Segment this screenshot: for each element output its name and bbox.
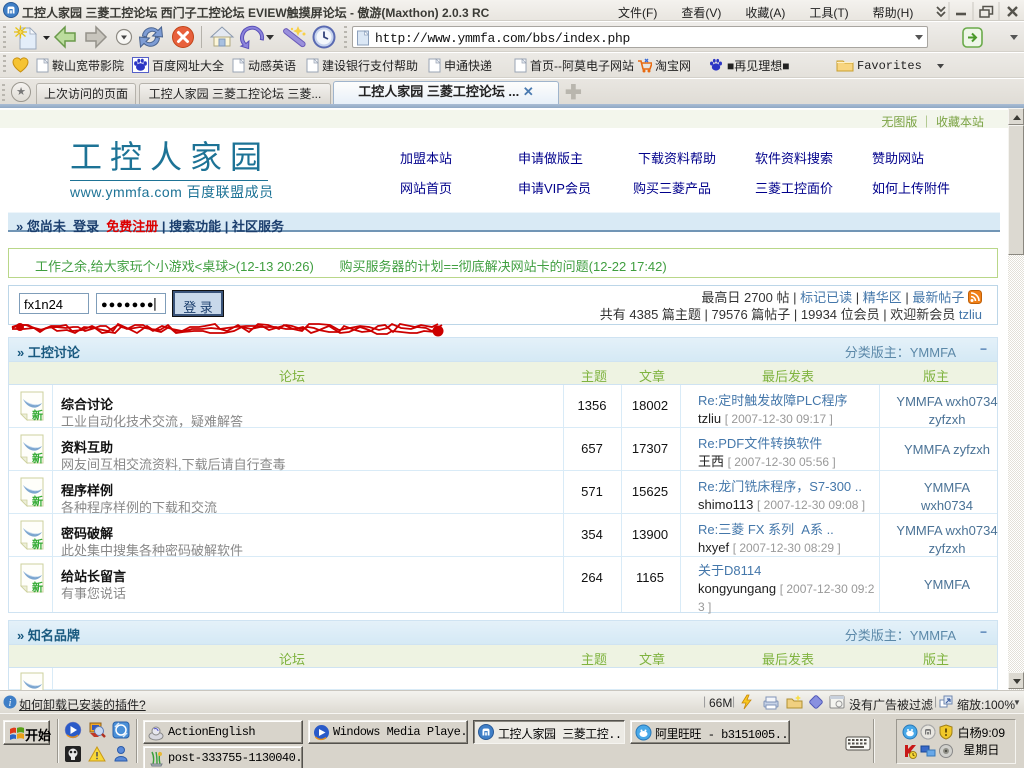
svg-text:新: 新 [32,494,43,507]
svg-text:i: i [9,698,12,709]
svg-text:新: 新 [32,408,43,421]
svg-text:新: 新 [32,451,43,464]
svg-text:新: 新 [32,537,43,550]
svg-text:新: 新 [32,580,43,593]
